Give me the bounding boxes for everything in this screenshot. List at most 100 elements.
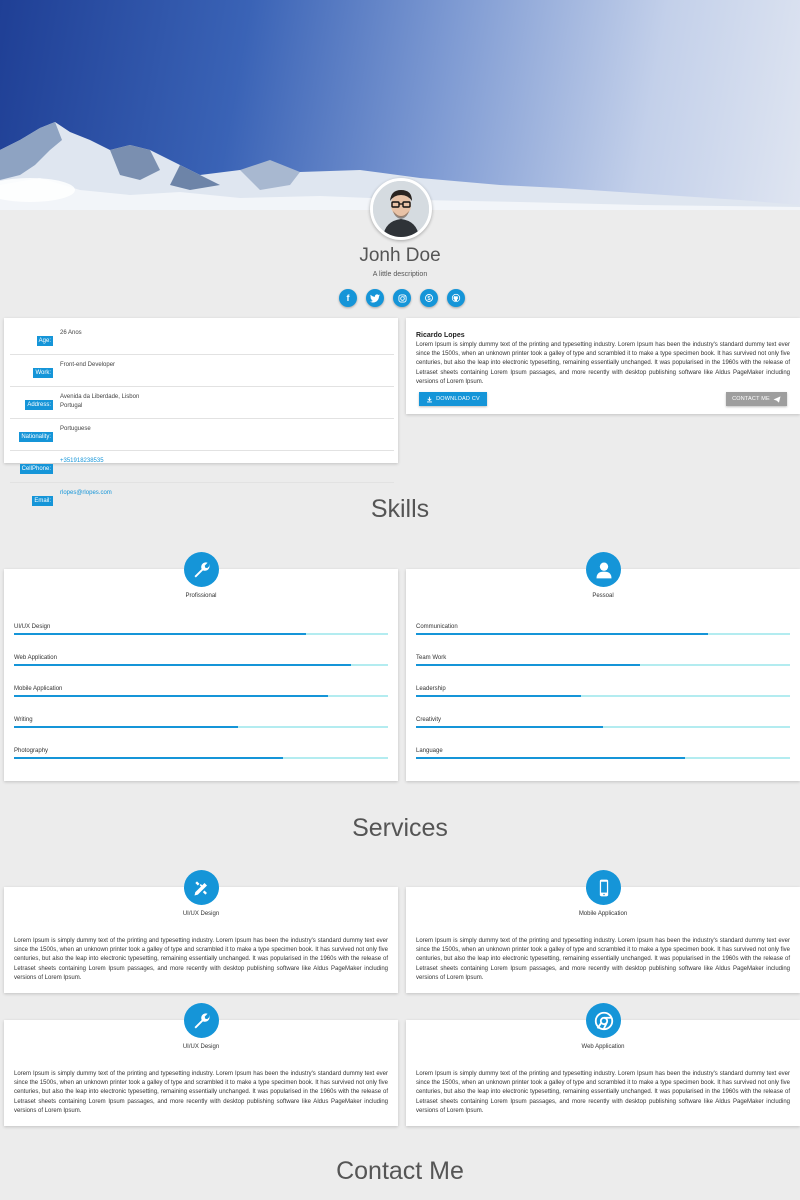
info-row-cellphone: CellPhone: +351918238535	[10, 451, 394, 483]
avatar	[370, 178, 432, 240]
skill-name: Team Work	[416, 655, 447, 661]
skill-item: Writing	[14, 716, 388, 747]
info-row-work: Work: Front-end Developer	[10, 355, 394, 387]
instagram-icon[interactable]	[393, 289, 411, 307]
skill-bar	[14, 726, 388, 728]
skill-bar-fill	[14, 726, 239, 728]
skills-group-title: Pessoal	[592, 593, 614, 599]
info-label: Age:	[36, 336, 53, 346]
info-value: Front-end Developer	[60, 362, 116, 368]
info-value: 26 Anos	[60, 330, 82, 336]
service-title: Mobile Application	[578, 911, 628, 917]
skills-list: UI/UX Design Web Application Mobile Appl…	[14, 623, 388, 778]
skill-item: UI/UX Design	[14, 623, 388, 654]
skill-bar-fill	[416, 726, 603, 728]
avatar-photo	[373, 181, 429, 237]
skill-name: Web Application	[14, 655, 57, 661]
skill-bar	[14, 633, 388, 635]
skill-bar-fill	[416, 757, 686, 759]
skill-item: Creativity	[416, 716, 790, 747]
bio-name: Ricardo Lopes	[416, 332, 465, 339]
twitter-icon[interactable]	[366, 289, 384, 307]
service-card: UI/UX Design Lorem Ipsum is simply dummy…	[4, 1003, 398, 1126]
skill-bar-fill	[14, 633, 306, 635]
skill-name: Writing	[14, 717, 33, 723]
profile-name: Jonh Doe	[359, 245, 441, 266]
skill-name: UI/UX Design	[14, 624, 51, 630]
skill-item: Photography	[14, 747, 388, 778]
skill-name: Language	[416, 748, 443, 754]
download-cv-label: DOWNLOAD CV	[436, 396, 480, 402]
skill-name: Mobile Application	[14, 686, 63, 692]
skill-item: Web Application	[14, 654, 388, 685]
skills-card-professional: Profissional UI/UX Design Web Applicatio…	[4, 552, 398, 781]
skill-bar-fill	[14, 695, 329, 697]
service-title: Web Application	[581, 1044, 625, 1050]
skype-icon[interactable]: S	[420, 289, 438, 307]
service-text: Lorem Ipsum is simply dummy text of the …	[14, 1071, 388, 1114]
service-card: Web Application Lorem Ipsum is simply du…	[406, 1003, 800, 1126]
wrench-icon	[184, 1003, 219, 1038]
skill-item: Mobile Application	[14, 685, 388, 716]
skills-group-title: Profissional	[185, 593, 217, 599]
skill-bar	[416, 664, 790, 666]
info-label: Address:	[25, 400, 53, 410]
contact-me-label: CONTACT ME	[732, 396, 770, 402]
service-text: Lorem Ipsum is simply dummy text of the …	[416, 1071, 790, 1114]
chrome-icon	[586, 1003, 621, 1038]
bio-card: Ricardo Lopes Lorem Ipsum is simply dumm…	[406, 318, 800, 414]
skill-name: Leadership	[416, 686, 446, 692]
user-icon	[586, 552, 621, 587]
personal-info-card: Age: 26 Anos Work: Front-end Developer A…	[4, 318, 398, 506]
address-line-1: Avenida da Liberdade, Lisbon	[60, 394, 140, 400]
skill-bar-fill	[14, 664, 351, 666]
skills-title: Skills	[370, 495, 430, 523]
social-links: f S	[339, 289, 465, 307]
skill-name: Photography	[14, 748, 49, 754]
info-value: Portuguese	[60, 426, 91, 432]
download-icon	[427, 396, 433, 402]
facebook-icon[interactable]: f	[339, 289, 357, 307]
design-tools-icon	[184, 870, 219, 905]
service-title: UI/UX Design	[182, 911, 220, 917]
skill-item: Language	[416, 747, 790, 778]
skill-item: Communication	[416, 623, 790, 654]
skill-item: Team Work	[416, 654, 790, 685]
phone-link[interactable]: +351918238535	[60, 457, 104, 466]
skill-bar	[14, 664, 388, 666]
wrench-icon	[184, 552, 219, 587]
skill-name: Creativity	[416, 717, 442, 723]
service-title: UI/UX Design	[182, 1044, 220, 1050]
skill-bar	[416, 726, 790, 728]
info-label: CellPhone:	[19, 464, 53, 474]
info-label: Nationality:	[19, 432, 53, 442]
skill-bar	[416, 633, 790, 635]
skill-bar	[14, 757, 388, 759]
skill-bar	[14, 695, 388, 697]
info-row-nationality: Nationality: Portuguese	[10, 419, 394, 451]
service-card: UI/UX Design Lorem Ipsum is simply dummy…	[4, 870, 398, 993]
skill-bar-fill	[416, 633, 708, 635]
service-text: Lorem Ipsum is simply dummy text of the …	[416, 938, 790, 981]
skills-list: Communication Team Work Leadership Creat…	[416, 623, 790, 778]
skill-bar	[416, 757, 790, 759]
skill-bar-fill	[416, 695, 581, 697]
service-text: Lorem Ipsum is simply dummy text of the …	[14, 938, 388, 981]
skill-bar	[416, 695, 790, 697]
skills-card-personal: Pessoal Communication Team Work Leadersh…	[406, 552, 800, 781]
github-icon[interactable]	[447, 289, 465, 307]
download-cv-button[interactable]: DOWNLOAD CV	[419, 392, 487, 406]
send-icon	[773, 395, 781, 403]
mobile-phone-icon	[586, 870, 621, 905]
info-label: Work:	[33, 368, 53, 378]
info-row-address: Address: Avenida da Liberdade, Lisbon Po…	[10, 387, 394, 419]
profile-description: A little description	[372, 271, 428, 278]
skill-bar-fill	[14, 757, 284, 759]
contact-title: Contact Me	[336, 1157, 464, 1185]
bio-text: Lorem Ipsum is simply dummy text of the …	[416, 342, 790, 385]
skill-name: Communication	[416, 624, 458, 630]
service-card: Mobile Application Lorem Ipsum is simply…	[406, 870, 800, 993]
skill-bar-fill	[416, 664, 641, 666]
contact-me-button[interactable]: CONTACT ME	[726, 392, 787, 406]
address-line-2: Portugal	[60, 403, 83, 409]
